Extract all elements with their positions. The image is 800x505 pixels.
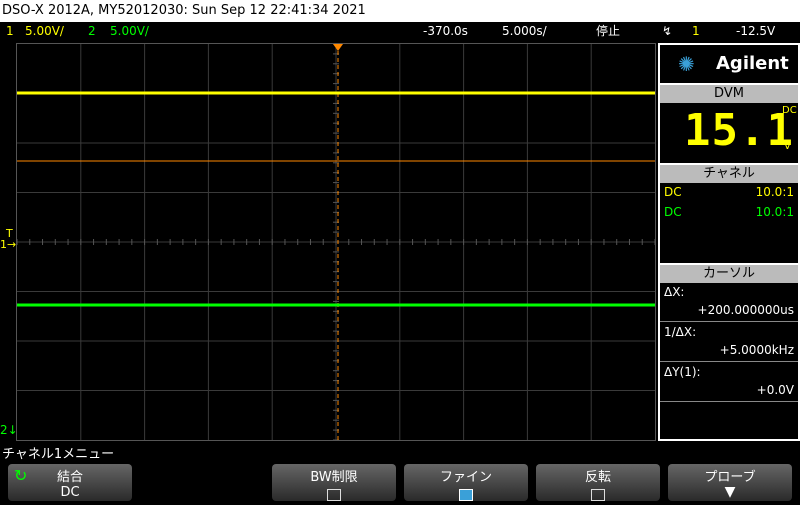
down-arrow-icon: ▼ [724,484,736,500]
dx-value: +200.000000us [697,303,794,317]
invert-label: 反転 [584,470,611,485]
dvm-value: 15.1 [684,105,794,156]
ch2-coupling: DC [664,205,682,219]
ch1-coupling: DC [664,185,682,199]
waveform-display[interactable] [16,43,656,441]
brand-box: ✺ Agilent [660,45,798,83]
coupling-softkey[interactable]: ↻ 結合 DC [8,464,132,501]
divider [660,401,798,402]
dvm-header: DVM [660,85,798,103]
brand-name: Agilent [716,53,789,74]
divider [660,361,798,362]
delay-readout[interactable]: -370.0s [423,22,468,40]
run-state[interactable]: 停止 [596,22,620,40]
window-title: DSO-X 2012A, MY52012030: Sun Sep 12 22:4… [0,0,800,22]
dvm-mode: DC [782,105,797,116]
dy-value: +0.0V [756,383,794,397]
channel-box: チャネル DC 10.0:1 DC 10.0:1 [660,165,798,263]
invert-checkbox[interactable] [591,489,605,501]
inv-dx-value: +5.0000kHz [719,343,794,357]
fine-label: ファイン [439,470,492,485]
dx-label: ΔX: [664,285,685,299]
probe-softkey[interactable]: プローブ ▼ [668,464,792,501]
coupling-value: DC [60,485,80,500]
trigger-level[interactable]: -12.5V [736,22,775,40]
ch1-number[interactable]: 1 [6,22,14,40]
bw-limit-label: BW制限 [310,470,358,485]
agilent-logo-icon: ✺ [678,52,695,76]
trigger-position-icon [333,44,343,51]
status-bar: 1 5.00V/ 2 5.00V/ -370.0s 5.000s/ 停止 ↯ 1… [0,22,800,40]
dvm-box: DVM 15.1 DC V [660,85,798,163]
ch1-marker-label: 1 [0,238,7,251]
dy-label: ΔY(1): [664,365,701,379]
trigger-slope-icon: ↯ [662,24,673,38]
cursor-header: カーソル [660,265,798,283]
ch2-number[interactable]: 2 [88,22,96,40]
invert-softkey[interactable]: 反転 [536,464,660,501]
fine-checkbox[interactable] [459,489,473,501]
graticule [17,44,656,441]
info-panel: ✺ Agilent DVM 15.1 DC V チャネル DC 10.0:1 D… [658,43,800,441]
trigger-source[interactable]: 1 [692,22,700,40]
ch1-scale[interactable]: 5.00V/ [25,22,64,40]
channel-header: チャネル [660,165,798,183]
inv-dx-label: 1/ΔX: [664,325,697,339]
ch2-scale[interactable]: 5.00V/ [110,22,149,40]
rotate-knob-icon: ↻ [14,466,28,485]
bw-limit-checkbox[interactable] [327,489,341,501]
divider [660,321,798,322]
probe-label: プローブ [704,470,756,485]
ch2-marker-label: 2 [0,423,8,437]
timebase-readout[interactable]: 5.000s/ [502,22,547,40]
ch1-probe: 10.0:1 [755,185,794,199]
fine-softkey[interactable]: ファイン [404,464,528,501]
ch2-probe: 10.0:1 [755,205,794,219]
menu-title: チャネル1メニュー [2,447,115,462]
bw-limit-softkey[interactable]: BW制限 [272,464,396,501]
dvm-unit: V [784,141,791,152]
cursor-box: カーソル ΔX: +200.000000us 1/ΔX: +5.0000kHz … [660,265,798,439]
ch1-ground-marker[interactable]: T 1→ [0,228,16,250]
